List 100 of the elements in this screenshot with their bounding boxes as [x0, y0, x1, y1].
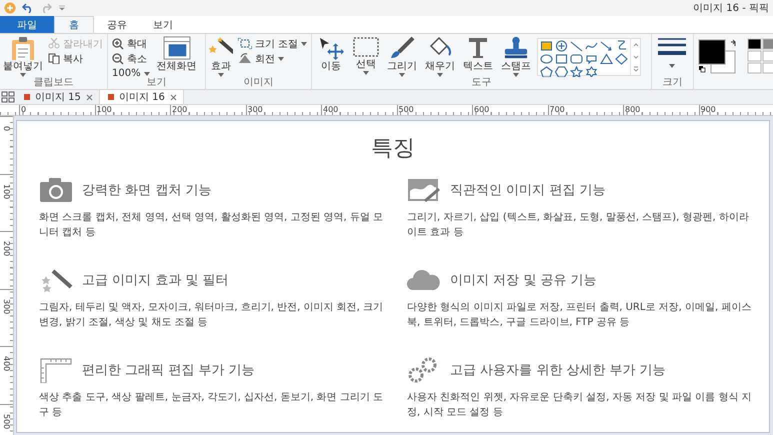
ribbon-tab[interactable]: 홈 — [54, 16, 94, 33]
ribbon-button[interactable]: 확대 — [111, 37, 151, 50]
feature-title: 고급 이미지 효과 및 필터 — [82, 272, 229, 289]
ribbon-button[interactable]: 회전 — [236, 52, 308, 65]
ruler-label: 400 — [2, 356, 11, 372]
ribbon-button[interactable]: 선택 — [351, 36, 381, 75]
group-label: 크기 — [662, 77, 684, 89]
hexa-shape-icon[interactable] — [555, 66, 568, 77]
resize-icon — [238, 38, 252, 49]
caret-icon — [278, 56, 284, 60]
group-label: 보기 — [146, 77, 168, 89]
ruler-label: 600 — [474, 105, 490, 114]
bubble-shape-icon[interactable] — [585, 53, 598, 65]
clipboard-icon — [10, 36, 36, 60]
ruler-icon — [39, 357, 73, 383]
window-title: 이미지 16 - 픽픽 — [693, 2, 769, 15]
move-icon — [317, 36, 345, 60]
round-shape-icon[interactable] — [570, 53, 583, 65]
ruler-label: 300 — [2, 298, 11, 314]
ruler-label: 200 — [2, 241, 11, 256]
color-palette[interactable] — [747, 38, 773, 74]
copy-icon — [48, 53, 60, 64]
camera-icon — [39, 177, 73, 203]
ruler-label: 100 — [96, 105, 112, 114]
grid-view-icon[interactable] — [0, 90, 16, 104]
ruler-label: 800 — [625, 105, 640, 114]
rectangle-shape-icon[interactable] — [540, 40, 553, 52]
star6-shape-icon[interactable] — [585, 66, 598, 77]
caret-icon — [301, 42, 307, 46]
document-tab[interactable]: 이미지 16 — [100, 90, 184, 104]
ruler-label: 500 — [398, 105, 414, 114]
rotate-icon — [238, 53, 252, 64]
tri-shape-icon[interactable] — [600, 53, 613, 65]
ruler-label: 400 — [323, 105, 338, 114]
caret-icon — [363, 71, 369, 75]
stamp-icon — [502, 36, 530, 60]
caret-icon — [218, 73, 224, 77]
ruler-label: 300 — [248, 105, 263, 114]
ribbon-button[interactable]: 효과 — [209, 36, 233, 77]
feature-description: 사용자 친화적인 위젯, 자유로운 단축키 설정, 자동 저장 및 파일 이름 형식 지정, 시작 모드 설정 등 — [407, 391, 753, 420]
undo-icon[interactable] — [22, 3, 34, 13]
curve-shape-icon[interactable] — [615, 40, 628, 52]
group-label: 클립보드 — [32, 77, 74, 89]
ribbon-button[interactable]: 전체화면 — [154, 36, 199, 72]
feature-description: 그림자, 테두리 및 액자, 모자이크, 워터마크, 흐리기, 반전, 이미지 회전, 크기 변경, 밝기 조절, 색상 및 채도 조절 등 — [39, 301, 384, 330]
caret-icon — [144, 72, 150, 76]
magic-wand-icon — [39, 267, 73, 293]
close-icon[interactable] — [170, 94, 177, 100]
feature-title: 직관적인 이미지 편집 기능 — [450, 182, 606, 199]
ruler-label: 100 — [2, 184, 11, 199]
group-label: 이미지 — [242, 77, 274, 89]
wave-shape-icon[interactable] — [585, 40, 598, 52]
full-screen-icon — [162, 36, 192, 60]
ruler-label: 0 — [2, 126, 11, 132]
tab-title: 이미지 15 — [35, 91, 81, 104]
line-width-icon — [657, 36, 687, 58]
customize-icon[interactable] — [58, 4, 66, 12]
caret-icon — [513, 73, 519, 77]
close-icon[interactable] — [86, 94, 93, 100]
line-width-button[interactable] — [655, 36, 689, 68]
ruler-label: 500 — [2, 414, 11, 429]
scissors-icon — [48, 38, 60, 49]
ribbon-button[interactable]: 그리기 — [385, 36, 419, 77]
zoom-in-icon — [112, 38, 124, 50]
ruler-label: 0 — [21, 105, 26, 114]
ruler-label: 700 — [550, 105, 565, 114]
ribbon-button[interactable]: 축소 — [111, 52, 151, 65]
line-shape-icon[interactable] — [570, 40, 583, 52]
ellipse-shape-icon[interactable] — [540, 53, 553, 65]
ribbon-button[interactable]: 크기 조절 — [236, 37, 308, 50]
image-edit-icon — [407, 177, 441, 203]
feature-title: 이미지 저장 및 공유 기능 — [450, 272, 597, 289]
caret-icon — [669, 64, 675, 68]
ribbon-button[interactable]: 붙여넣기 — [3, 36, 43, 77]
ribbon-button[interactable]: 스탬프 — [499, 36, 533, 77]
ribbon-button[interactable]: 텍스트 — [461, 36, 495, 72]
feature-title: 편리한 그래픽 편집 부가 기능 — [82, 362, 255, 379]
caret-icon — [437, 73, 443, 77]
brush-icon — [389, 36, 415, 60]
star-shape-icon[interactable] — [570, 66, 583, 77]
image-file-icon — [24, 94, 30, 100]
diamond-shape-icon[interactable] — [615, 53, 628, 65]
text-tool-icon — [467, 36, 489, 60]
document-tab[interactable]: 이미지 15 — [16, 90, 100, 104]
cloud-icon — [407, 267, 441, 293]
selection-icon — [353, 36, 379, 58]
ribbon-button[interactable]: 채우기 — [423, 36, 457, 77]
rect-shape-icon[interactable] — [555, 53, 568, 65]
penta-shape-icon[interactable] — [540, 66, 553, 77]
group-label: 도구 — [470, 77, 492, 89]
feature-description: 색상 추출 도구, 색상 팔레트, 눈금자, 각도기, 십자선, 돋보기, 화면 그리기 도구 등 — [39, 391, 384, 420]
arrow-shape-icon[interactable] — [600, 40, 613, 52]
file-menu-tab[interactable]: 파일 — [0, 16, 54, 33]
ruler-label: 200 — [172, 105, 188, 114]
ribbon-button[interactable]: 100% — [111, 67, 151, 77]
caret-icon — [399, 73, 405, 77]
ribbon-button[interactable]: 복사 — [47, 52, 104, 65]
feature-description: 화면 스크롤 캡처, 전체 영역, 선택 영역, 활성화된 영역, 고정된 영역, 듀얼 모니터 캡처 등 — [39, 211, 384, 240]
plus-shape-icon[interactable] — [555, 40, 568, 52]
ribbon-button[interactable]: 이동 — [315, 36, 347, 72]
